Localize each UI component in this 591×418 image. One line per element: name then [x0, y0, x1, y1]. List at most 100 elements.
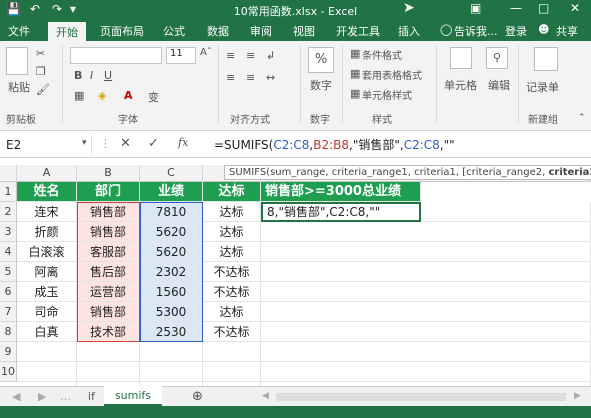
- column-header-b[interactable]: B: [77, 165, 140, 182]
- tab-insert[interactable]: 插入: [398, 23, 420, 39]
- number-format-button[interactable]: 数字: [310, 77, 332, 93]
- minimize-button[interactable]: —: [510, 1, 522, 15]
- name-box-dropdown-icon[interactable]: ▾: [82, 138, 87, 148]
- row-header[interactable]: 8: [0, 322, 17, 342]
- wrap-text-icon[interactable]: ↲: [266, 49, 275, 62]
- enter-icon[interactable]: ✓: [148, 136, 159, 151]
- close-button[interactable]: ✕: [570, 1, 580, 15]
- bold-icon[interactable]: B: [74, 69, 82, 82]
- share-button[interactable]: 共享: [556, 23, 578, 39]
- cell-empty[interactable]: [77, 342, 140, 362]
- cell-name[interactable]: 白真: [17, 322, 77, 342]
- tab-data[interactable]: 数据: [207, 23, 229, 39]
- paste-icon[interactable]: [6, 47, 28, 75]
- tab-review[interactable]: 审阅: [250, 23, 272, 39]
- cell-empty[interactable]: [17, 362, 77, 382]
- italic-icon[interactable]: I: [90, 69, 93, 82]
- cell-empty[interactable]: [261, 262, 591, 282]
- active-cell-e2[interactable]: 8,"销售部",C2:C8,"": [261, 202, 421, 222]
- font-name-dropdown[interactable]: [70, 47, 162, 64]
- cancel-icon[interactable]: ✕: [120, 136, 131, 151]
- prev-sheet-icon[interactable]: ◀: [12, 390, 20, 403]
- login-link[interactable]: 登录: [505, 23, 527, 39]
- row-header[interactable]: 6: [0, 282, 17, 302]
- cells-button[interactable]: 单元格: [444, 77, 477, 93]
- more-sheets-icon[interactable]: …: [60, 390, 71, 403]
- font-color-icon[interactable]: A: [124, 89, 133, 102]
- cell-empty[interactable]: [77, 362, 140, 382]
- sheet-tab-if[interactable]: if: [88, 390, 95, 403]
- column-header-c[interactable]: C: [140, 165, 203, 182]
- cell-empty[interactable]: [203, 362, 261, 382]
- percent-icon[interactable]: %: [308, 47, 334, 73]
- align-middle-icon[interactable]: ≡: [246, 49, 255, 62]
- row-header[interactable]: 4: [0, 242, 17, 262]
- cell-empty[interactable]: [140, 362, 203, 382]
- cell-name[interactable]: 折颜: [17, 222, 77, 242]
- scroll-right-icon[interactable]: ▶: [574, 391, 581, 401]
- align-top-icon[interactable]: ≡: [226, 49, 235, 62]
- cut-icon[interactable]: ✂: [36, 47, 45, 60]
- tab-home[interactable]: 开始: [48, 22, 86, 41]
- format-painter-icon[interactable]: 🖌: [36, 83, 50, 96]
- phonetic-icon[interactable]: 变: [148, 89, 159, 105]
- tab-developer[interactable]: 开发工具: [336, 23, 380, 39]
- cell-status[interactable]: 达标: [203, 242, 261, 262]
- tell-me-input[interactable]: 告诉我...: [454, 23, 498, 39]
- add-sheet-icon[interactable]: ⊕: [192, 389, 203, 404]
- cell-empty[interactable]: [261, 302, 591, 322]
- cell-empty[interactable]: [261, 342, 591, 362]
- row-header[interactable]: 9: [0, 342, 17, 362]
- cell-status[interactable]: 不达标: [203, 322, 261, 342]
- collapse-ribbon-icon[interactable]: ⌃: [578, 113, 586, 123]
- row-header[interactable]: 10: [0, 362, 17, 382]
- cell-empty[interactable]: [261, 362, 591, 382]
- underline-icon[interactable]: U: [104, 69, 112, 82]
- header-cell-dept[interactable]: 部门: [77, 182, 140, 202]
- cell-status[interactable]: 不达标: [203, 262, 261, 282]
- header-cell-name[interactable]: 姓名: [17, 182, 77, 202]
- row-header[interactable]: 7: [0, 302, 17, 322]
- cell-name[interactable]: 连宋: [17, 202, 77, 222]
- cell-name[interactable]: 白滚滚: [17, 242, 77, 262]
- row-header[interactable]: 2: [0, 202, 17, 222]
- cell-empty[interactable]: [140, 342, 203, 362]
- cell-name[interactable]: 司命: [17, 302, 77, 322]
- formula-input[interactable]: =SUMIFS(C2:C8,B2:B8,"销售部",C2:C8,"": [214, 136, 455, 153]
- column-header-a[interactable]: A: [17, 165, 77, 182]
- tab-page-layout[interactable]: 页面布局: [100, 23, 144, 39]
- header-cell-total[interactable]: 销售部>=3000总业绩: [261, 182, 421, 202]
- align-center-icon[interactable]: ≡: [246, 71, 255, 84]
- editing-button[interactable]: 编辑: [488, 77, 510, 93]
- tab-view[interactable]: 视图: [293, 23, 315, 39]
- row-header[interactable]: 1: [0, 182, 17, 202]
- header-cell-ok[interactable]: 达标: [203, 182, 261, 202]
- row-header[interactable]: 3: [0, 222, 17, 242]
- copy-icon[interactable]: ❐: [36, 65, 46, 78]
- maximize-button[interactable]: □: [538, 1, 549, 15]
- name-box[interactable]: E2: [2, 135, 92, 155]
- cell-status[interactable]: 达标: [203, 302, 261, 322]
- cell-empty[interactable]: [261, 242, 591, 262]
- cell-status[interactable]: 达标: [203, 202, 261, 222]
- tab-file[interactable]: 文件: [8, 23, 30, 39]
- cell-name[interactable]: 成玉: [17, 282, 77, 302]
- border-icon[interactable]: ▦: [74, 89, 84, 102]
- ribbon-display-icon[interactable]: ▣: [470, 1, 481, 15]
- horizontal-scrollbar[interactable]: [276, 393, 566, 401]
- align-left-icon[interactable]: ≡: [226, 71, 235, 84]
- row-header[interactable]: 5: [0, 262, 17, 282]
- scroll-left-icon[interactable]: ◀: [262, 391, 269, 401]
- cell-name[interactable]: 阿离: [17, 262, 77, 282]
- cell-empty[interactable]: [17, 342, 77, 362]
- cell-empty[interactable]: [261, 222, 591, 242]
- cell-empty[interactable]: [203, 342, 261, 362]
- merge-icon[interactable]: ↔: [266, 71, 275, 84]
- select-all-corner[interactable]: [0, 165, 17, 182]
- cell-empty[interactable]: [261, 322, 591, 342]
- cell-empty[interactable]: [261, 282, 591, 302]
- form-button[interactable]: 记录单: [526, 79, 559, 95]
- grow-font-icon[interactable]: Aˆ: [200, 47, 212, 58]
- header-cell-score[interactable]: 业绩: [140, 182, 203, 202]
- next-sheet-icon[interactable]: ▶: [38, 390, 46, 403]
